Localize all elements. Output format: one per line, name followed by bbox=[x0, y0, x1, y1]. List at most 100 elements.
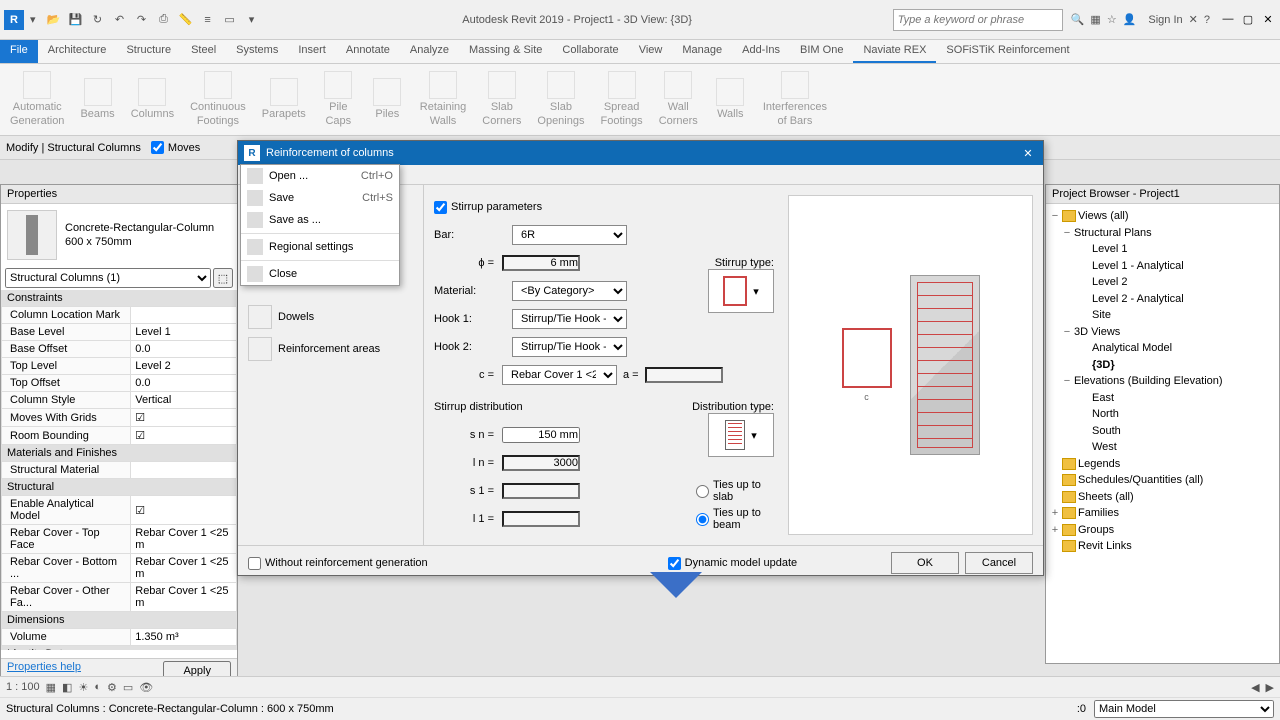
without-gen-checkbox[interactable] bbox=[248, 557, 261, 570]
edit-type-button[interactable]: ⬚ bbox=[213, 268, 233, 288]
tree-item[interactable]: −Elevations (Building Elevation) bbox=[1050, 373, 1275, 390]
undo-icon[interactable]: ↶ bbox=[110, 10, 130, 30]
tab-view[interactable]: View bbox=[629, 40, 673, 63]
open-icon[interactable]: 📂 bbox=[44, 10, 64, 30]
star-icon[interactable]: ☆ bbox=[1107, 13, 1117, 26]
help-icon[interactable]: ? bbox=[1204, 14, 1210, 26]
stirrup-type-selector[interactable]: ▾ bbox=[708, 269, 774, 313]
menu-close[interactable]: Close bbox=[241, 263, 399, 285]
tree-item[interactable]: Analytical Model bbox=[1050, 340, 1275, 357]
stirrup-params-checkbox[interactable] bbox=[434, 201, 447, 214]
ties-slab-radio[interactable] bbox=[696, 485, 709, 498]
prop-value[interactable]: ☑ bbox=[131, 427, 237, 445]
prop-value[interactable]: 0.0 bbox=[131, 341, 237, 358]
ribbon-continuous-footings[interactable]: Continuous Footings bbox=[184, 68, 252, 131]
menu-save-as-[interactable]: Save as ... bbox=[241, 209, 399, 231]
tree-item[interactable]: Legends bbox=[1050, 456, 1275, 473]
ribbon-retaining-walls[interactable]: Retaining Walls bbox=[414, 68, 472, 131]
tab-annotate[interactable]: Annotate bbox=[336, 40, 400, 63]
tree-item[interactable]: Level 1 - Analytical bbox=[1050, 258, 1275, 275]
ribbon-slab-openings[interactable]: Slab Openings bbox=[531, 68, 590, 131]
ok-button[interactable]: OK bbox=[891, 552, 959, 574]
tree-item[interactable]: Schedules/Quantities (all) bbox=[1050, 472, 1275, 489]
sidebar-item-dowels[interactable]: Dowels bbox=[244, 301, 417, 333]
menu-open-[interactable]: Open ...Ctrl+O bbox=[241, 165, 399, 187]
print-icon[interactable]: ⎙ bbox=[154, 10, 174, 30]
prop-value[interactable]: ☑ bbox=[131, 496, 237, 525]
ribbon-interferences-of-bars[interactable]: Interferences of Bars bbox=[757, 68, 833, 131]
tree-item[interactable]: North bbox=[1050, 406, 1275, 423]
ribbon-slab-corners[interactable]: Slab Corners bbox=[476, 68, 527, 131]
tree-item[interactable]: South bbox=[1050, 423, 1275, 440]
cover-select[interactable]: Rebar Cover 1 <25 mm bbox=[502, 365, 617, 385]
minimize-icon[interactable]: — bbox=[1220, 13, 1236, 26]
tree-item[interactable]: −3D Views bbox=[1050, 324, 1275, 341]
tab-manage[interactable]: Manage bbox=[672, 40, 732, 63]
rendering-icon[interactable]: ⚙ bbox=[107, 681, 117, 694]
tree-item[interactable]: Level 1 bbox=[1050, 241, 1275, 258]
sync-icon[interactable]: ↻ bbox=[88, 10, 108, 30]
detail-level-icon[interactable]: ▦ bbox=[46, 681, 56, 694]
tab-sofistik-reinforcement[interactable]: SOFiSTiK Reinforcement bbox=[936, 40, 1079, 63]
prop-value[interactable]: Level 2 bbox=[131, 358, 237, 375]
tab-steel[interactable]: Steel bbox=[181, 40, 226, 63]
tree-item[interactable]: {3D} bbox=[1050, 357, 1275, 374]
search-input[interactable] bbox=[893, 9, 1063, 31]
hook1-select[interactable]: Stirrup/Tie Hook -1 bbox=[512, 309, 627, 329]
shadows-icon[interactable]: ◐ bbox=[94, 681, 101, 693]
ties-beam-radio[interactable] bbox=[696, 513, 709, 526]
menu-save[interactable]: SaveCtrl+S bbox=[241, 187, 399, 209]
tab-add-ins[interactable]: Add-Ins bbox=[732, 40, 790, 63]
redo-icon[interactable]: ↷ bbox=[132, 10, 152, 30]
sun-path-icon[interactable]: ☀ bbox=[78, 681, 88, 694]
workset-select[interactable]: Main Model bbox=[1094, 700, 1274, 718]
save-icon[interactable]: 💾 bbox=[66, 10, 86, 30]
user-icon[interactable]: 👤 bbox=[1123, 13, 1137, 26]
tree-item[interactable]: Level 2 - Analytical bbox=[1050, 291, 1275, 308]
tab-systems[interactable]: Systems bbox=[226, 40, 288, 63]
close-hidden-icon[interactable]: ▭ bbox=[220, 10, 240, 30]
tab-massing-site[interactable]: Massing & Site bbox=[459, 40, 552, 63]
type-selector[interactable]: Concrete-Rectangular-Column 600 x 750mm bbox=[1, 204, 237, 266]
prop-value[interactable]: Rebar Cover 1 <25 m bbox=[131, 583, 237, 612]
dynamic-update-checkbox[interactable] bbox=[668, 557, 681, 570]
prop-value[interactable]: Rebar Cover 1 <25 m bbox=[131, 554, 237, 583]
exchange-icon[interactable]: ✕ bbox=[1189, 13, 1198, 26]
tab-analyze[interactable]: Analyze bbox=[400, 40, 459, 63]
tree-item[interactable]: Level 2 bbox=[1050, 274, 1275, 291]
tree-item[interactable]: +Groups bbox=[1050, 522, 1275, 539]
sn-input[interactable] bbox=[502, 427, 580, 443]
distribution-type-selector[interactable]: ▾ bbox=[708, 413, 774, 457]
tree-item[interactable]: +Families bbox=[1050, 505, 1275, 522]
hide-icon[interactable]: 👁 bbox=[139, 681, 153, 694]
visual-style-icon[interactable]: ◧ bbox=[62, 681, 72, 694]
switch-windows-icon[interactable]: ▾ bbox=[242, 10, 262, 30]
dialog-close-icon[interactable]: ✕ bbox=[1019, 147, 1037, 160]
thin-lines-icon[interactable]: ≡ bbox=[198, 10, 218, 30]
ribbon-columns[interactable]: Columns bbox=[125, 68, 180, 131]
prop-value[interactable]: Level 1 bbox=[131, 324, 237, 341]
prop-value[interactable]: ☑ bbox=[131, 409, 237, 427]
ribbon-walls[interactable]: Walls bbox=[708, 68, 753, 131]
prop-value[interactable]: Vertical bbox=[131, 392, 237, 409]
tab-structure[interactable]: Structure bbox=[116, 40, 181, 63]
ribbon-parapets[interactable]: Parapets bbox=[256, 68, 312, 131]
maximize-icon[interactable]: ▢ bbox=[1240, 13, 1256, 26]
prop-value[interactable]: Rebar Cover 1 <25 m bbox=[131, 525, 237, 554]
tab-insert[interactable]: Insert bbox=[288, 40, 336, 63]
moves-with-grids-checkbox[interactable] bbox=[151, 141, 164, 154]
bar-select[interactable]: 6R bbox=[512, 225, 627, 245]
prop-value[interactable]: 0.0 bbox=[131, 375, 237, 392]
tab-architecture[interactable]: Architecture bbox=[38, 40, 117, 63]
ribbon-spread-footings[interactable]: Spread Footings bbox=[594, 68, 648, 131]
close-icon[interactable]: ✕ bbox=[1260, 13, 1276, 26]
menu-regional-settings[interactable]: Regional settings bbox=[241, 236, 399, 258]
search-icon[interactable]: 🔍 bbox=[1071, 13, 1085, 26]
ribbon-piles[interactable]: Piles bbox=[365, 68, 410, 131]
ribbon-beams[interactable]: Beams bbox=[74, 68, 120, 131]
tab-bim-one[interactable]: BIM One bbox=[790, 40, 853, 63]
sub-icon[interactable]: ▦ bbox=[1090, 13, 1100, 26]
crop-icon[interactable]: ▭ bbox=[123, 681, 133, 694]
ribbon-wall-corners[interactable]: Wall Corners bbox=[653, 68, 704, 131]
tab-file[interactable]: File bbox=[0, 40, 38, 63]
